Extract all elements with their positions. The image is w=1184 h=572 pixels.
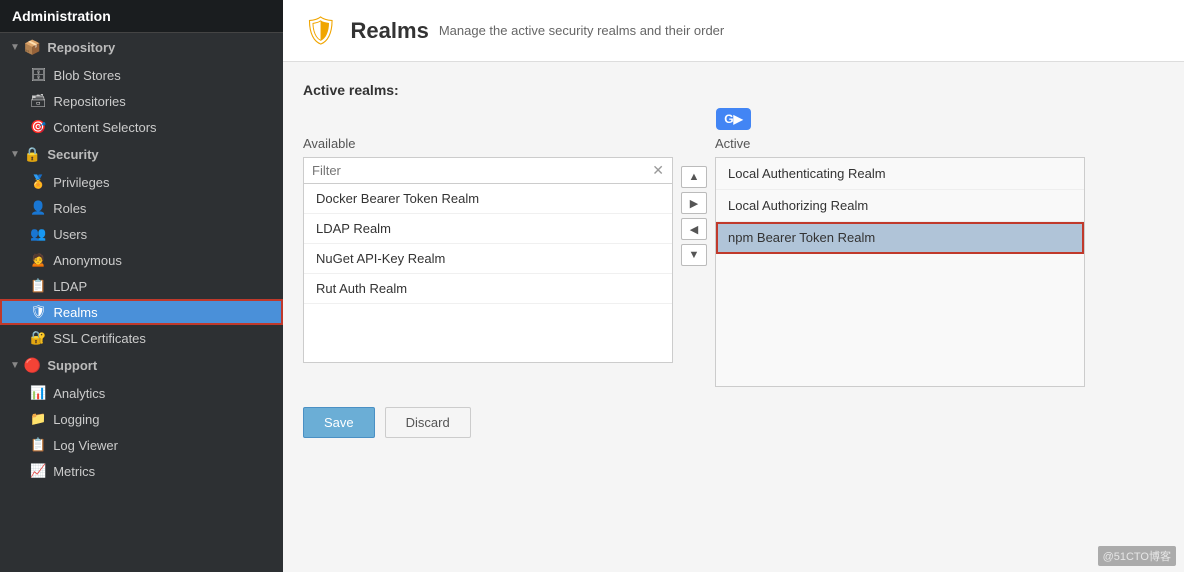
google-translate-button[interactable]: G▶ (716, 108, 751, 130)
realms-icon: 🛡 (30, 304, 47, 320)
discard-button[interactable]: Discard (385, 407, 471, 438)
ldap-icon: 📋 (30, 278, 46, 294)
metrics-label: Metrics (53, 464, 95, 479)
privileges-icon: 🏅 (30, 174, 46, 190)
list-item[interactable]: Docker Bearer Token Realm (304, 184, 672, 214)
page-subtitle: Manage the active security realms and th… (439, 23, 724, 38)
privileges-label: Privileges (53, 175, 109, 190)
sidebar-section-support[interactable]: ▼ 🔴 Support (0, 351, 283, 380)
available-realm-list: Docker Bearer Token Realm LDAP Realm NuG… (303, 183, 673, 363)
logging-label: Logging (53, 412, 99, 427)
list-item[interactable]: Rut Auth Realm (304, 274, 672, 304)
analytics-label: Analytics (53, 386, 105, 401)
sidebar-item-ldap[interactable]: 📋 LDAP (0, 273, 283, 299)
sidebar-item-roles[interactable]: 👤 Roles (0, 195, 283, 221)
realms-layout: Available ✕ Docker Bearer Token Realm LD… (303, 136, 1164, 387)
logging-icon: 📁 (30, 411, 46, 427)
blob-stores-label: Blob Stores (54, 68, 121, 83)
repository-section-icon: 📦 (24, 39, 41, 56)
chevron-icon: ▼ (10, 42, 20, 53)
sidebar-item-ssl-certificates[interactable]: 🔐 SSL Certificates (0, 325, 283, 351)
roles-label: Roles (53, 201, 86, 216)
move-down-button[interactable]: ▼ (681, 244, 707, 266)
active-panel: Active Local Authenticating Realm Local … (715, 136, 1085, 387)
sidebar-item-logging[interactable]: 📁 Logging (0, 406, 283, 432)
content-selectors-icon: 🎯 (30, 119, 46, 135)
page-header: 🛡 Realms Manage the active security real… (283, 0, 1184, 62)
security-chevron-icon: ▼ (10, 149, 20, 160)
active-realms-label: Active realms: (303, 82, 1164, 98)
anonymous-icon: 🙍 (30, 252, 46, 268)
filter-clear-icon[interactable]: ✕ (652, 162, 664, 179)
ssl-icon: 🔐 (30, 330, 46, 346)
realms-label: Realms (54, 305, 98, 320)
move-right-button[interactable]: ▶ (681, 192, 707, 214)
filter-box: ✕ (303, 157, 673, 183)
sidebar-item-blob-stores[interactable]: 🗄 Blob Stores (0, 62, 283, 88)
support-section-icon: 🔴 (24, 357, 41, 374)
main-content: 🛡 Realms Manage the active security real… (283, 0, 1184, 572)
sidebar-item-content-selectors[interactable]: 🎯 Content Selectors (0, 114, 283, 140)
repositories-label: Repositories (54, 94, 126, 109)
app-title: Administration (0, 0, 283, 33)
list-item[interactable]: npm Bearer Token Realm (716, 222, 1084, 254)
page-title: Realms (351, 18, 429, 44)
move-up-button[interactable]: ▲ (681, 166, 707, 188)
sidebar-section-security[interactable]: ▼ 🔒 Security (0, 140, 283, 169)
list-item[interactable]: Local Authorizing Realm (716, 190, 1084, 222)
sidebar-item-analytics[interactable]: 📊 Analytics (0, 380, 283, 406)
sidebar-item-repositories[interactable]: 🗃 Repositories (0, 88, 283, 114)
available-label: Available (303, 136, 673, 151)
page-header-icon: 🛡 (303, 14, 339, 47)
sidebar-item-anonymous[interactable]: 🙍 Anonymous (0, 247, 283, 273)
analytics-icon: 📊 (30, 385, 46, 401)
metrics-icon: 📈 (30, 463, 46, 479)
security-section-label: Security (47, 147, 98, 162)
move-left-button[interactable]: ◀ (681, 218, 707, 240)
content-selectors-label: Content Selectors (53, 120, 156, 135)
log-viewer-label: Log Viewer (53, 438, 118, 453)
security-section-icon: 🔒 (24, 146, 41, 163)
watermark: @51CTO博客 (1098, 546, 1176, 566)
repository-section-label: Repository (47, 40, 115, 55)
sidebar-item-users[interactable]: 👥 Users (0, 221, 283, 247)
sidebar-item-log-viewer[interactable]: 📋 Log Viewer (0, 432, 283, 458)
translate-btn-area: G▶ (303, 108, 1164, 130)
sidebar-item-realms[interactable]: 🛡 Realms (0, 299, 283, 325)
support-chevron-icon: ▼ (10, 360, 20, 371)
ssl-label: SSL Certificates (53, 331, 146, 346)
list-item[interactable]: NuGet API-Key Realm (304, 244, 672, 274)
save-button[interactable]: Save (303, 407, 375, 438)
arrow-controls: ▲ ▶ ◀ ▼ (673, 166, 715, 266)
button-row: Save Discard (303, 407, 1164, 438)
blob-stores-icon: 🗄 (30, 67, 47, 83)
sidebar-item-metrics[interactable]: 📈 Metrics (0, 458, 283, 484)
page-body: Active realms: G▶ Available ✕ Docker Bea… (283, 62, 1184, 572)
anonymous-label: Anonymous (53, 253, 122, 268)
users-icon: 👥 (30, 226, 46, 242)
sidebar-item-privileges[interactable]: 🏅 Privileges (0, 169, 283, 195)
available-panel: Available ✕ Docker Bearer Token Realm LD… (303, 136, 673, 363)
support-section-label: Support (47, 358, 97, 373)
repositories-icon: 🗃 (30, 93, 47, 109)
roles-icon: 👤 (30, 200, 46, 216)
log-viewer-icon: 📋 (30, 437, 46, 453)
sidebar: Administration ▼ 📦 Repository 🗄 Blob Sto… (0, 0, 283, 572)
active-realm-list: Local Authenticating Realm Local Authori… (715, 157, 1085, 387)
sidebar-section-repository[interactable]: ▼ 📦 Repository (0, 33, 283, 62)
list-item[interactable]: LDAP Realm (304, 214, 672, 244)
filter-input[interactable] (312, 163, 652, 178)
ldap-label: LDAP (53, 279, 87, 294)
list-item[interactable]: Local Authenticating Realm (716, 158, 1084, 190)
users-label: Users (53, 227, 87, 242)
active-label: Active (715, 136, 1085, 151)
